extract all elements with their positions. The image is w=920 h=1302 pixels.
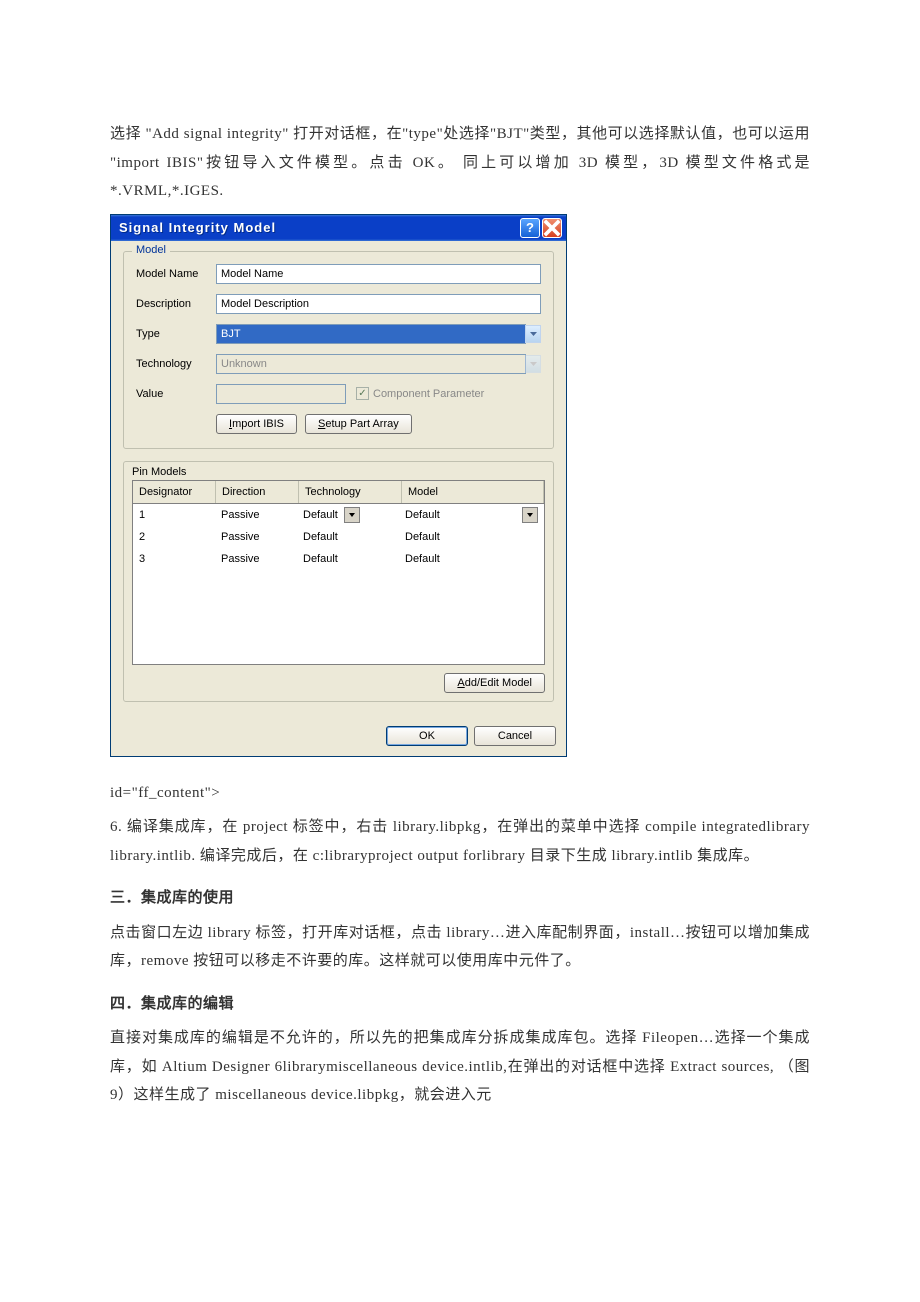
col-direction[interactable]: Direction bbox=[216, 481, 299, 504]
btn-setup-rest: etup Part Array bbox=[325, 418, 398, 430]
pin-models-title: Pin Models bbox=[124, 462, 553, 480]
label-component-parameter: Component Parameter bbox=[373, 388, 484, 400]
add-edit-model-button[interactable]: Add/Edit Model bbox=[444, 673, 545, 693]
cell-designator: 3 bbox=[133, 548, 215, 570]
label-description: Description bbox=[136, 298, 216, 310]
label-type: Type bbox=[136, 328, 216, 340]
paragraph-section3: 点击窗口左边 library 标签，打开库对话框，点击 library…进入库配… bbox=[110, 919, 810, 976]
cell-model[interactable]: Default bbox=[399, 504, 544, 526]
cell-technology: Default bbox=[297, 548, 399, 570]
label-technology: Technology bbox=[136, 358, 216, 370]
dialog-title: Signal Integrity Model bbox=[119, 220, 518, 235]
col-model[interactable]: Model bbox=[402, 481, 544, 504]
pin-models-group: Pin Models Designator Direction Technolo… bbox=[123, 461, 554, 702]
col-technology[interactable]: Technology bbox=[299, 481, 402, 504]
cell-technology[interactable]: Default bbox=[297, 504, 399, 526]
table-row[interactable]: 2 Passive Default Default bbox=[133, 526, 544, 548]
col-designator[interactable]: Designator bbox=[133, 481, 216, 504]
model-groupbox: Model Model Name Model Name Description … bbox=[123, 251, 554, 449]
ok-button[interactable]: OK bbox=[386, 726, 468, 746]
type-combo[interactable]: BJT bbox=[216, 324, 526, 344]
technology-combo: Unknown bbox=[216, 354, 526, 374]
cell-model: Default bbox=[399, 526, 544, 548]
cell-technology: Default bbox=[297, 526, 399, 548]
value-field bbox=[216, 384, 346, 404]
label-model-name: Model Name bbox=[136, 268, 216, 280]
cell-direction: Passive bbox=[215, 526, 297, 548]
chevron-down-icon[interactable] bbox=[344, 507, 360, 523]
paragraph-step6: 6. 编译集成库，在 project 标签中，右击 library.libpkg… bbox=[110, 813, 810, 870]
table-row[interactable]: 3 Passive Default Default bbox=[133, 548, 544, 570]
cell-direction: Passive bbox=[215, 548, 297, 570]
pin-models-grid[interactable]: Designator Direction Technology Model bbox=[132, 480, 545, 665]
help-button[interactable]: ? bbox=[520, 218, 540, 238]
btn-import-rest: mport IBIS bbox=[232, 418, 284, 430]
groupbox-title: Model bbox=[132, 244, 170, 256]
paragraph-code: id="ff_content"> bbox=[110, 779, 810, 808]
grid-header-row: Designator Direction Technology Model bbox=[133, 481, 544, 504]
paragraph-section4: 直接对集成库的编辑是不允许的，所以先的把集成库分拆成集成库包。选择 Fileop… bbox=[110, 1024, 810, 1110]
setup-part-array-button[interactable]: Setup Part Array bbox=[305, 414, 412, 434]
chevron-down-icon[interactable] bbox=[525, 325, 541, 343]
cell-model: Default bbox=[399, 548, 544, 570]
cell-designator: 2 bbox=[133, 526, 215, 548]
heading-section4: 四．集成库的编辑 bbox=[110, 990, 810, 1019]
cancel-button[interactable]: Cancel bbox=[474, 726, 556, 746]
import-ibis-button[interactable]: Import IBIS bbox=[216, 414, 297, 434]
checkbox-icon: ✓ bbox=[356, 387, 369, 400]
label-value: Value bbox=[136, 388, 216, 400]
close-button[interactable] bbox=[542, 218, 562, 238]
chevron-down-icon[interactable] bbox=[522, 507, 538, 523]
component-parameter-checkbox: ✓ Component Parameter bbox=[356, 387, 484, 400]
heading-section3: 三．集成库的使用 bbox=[110, 884, 810, 913]
chevron-down-icon bbox=[525, 355, 541, 373]
signal-integrity-dialog: Signal Integrity Model ? Model Model Nam… bbox=[110, 214, 567, 757]
table-row[interactable]: 1 Passive Default Default bbox=[133, 504, 544, 526]
dialog-screenshot: Signal Integrity Model ? Model Model Nam… bbox=[110, 214, 810, 757]
model-name-field[interactable]: Model Name bbox=[216, 264, 541, 284]
paragraph-intro: 选择 "Add signal integrity" 打开对话框，在"type"处… bbox=[110, 120, 810, 206]
cell-designator: 1 bbox=[133, 504, 215, 526]
titlebar[interactable]: Signal Integrity Model ? bbox=[111, 215, 566, 241]
cell-direction: Passive bbox=[215, 504, 297, 526]
document-page: 选择 "Add signal integrity" 打开对话框，在"type"处… bbox=[0, 0, 920, 1302]
description-field[interactable]: Model Description bbox=[216, 294, 541, 314]
